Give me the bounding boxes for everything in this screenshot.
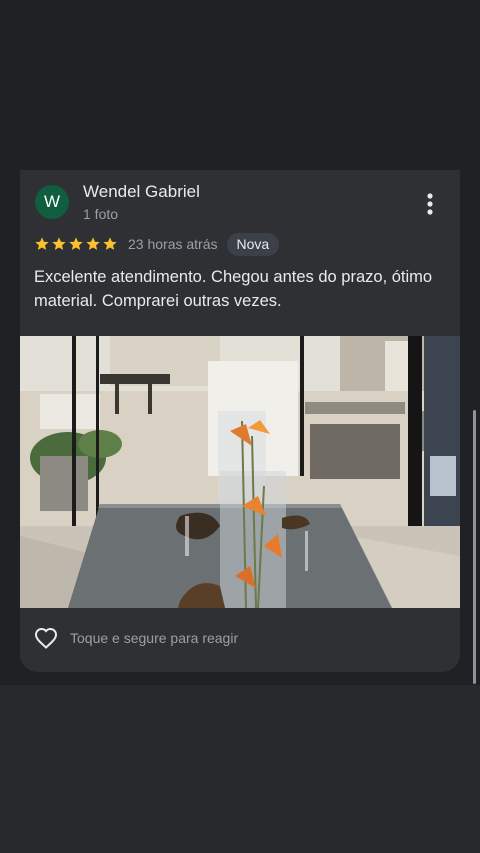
author-photo-count: 1 foto [83,206,119,222]
review-photo-image [20,336,460,608]
star-icon [69,237,83,250]
rating-row: 23 horas atrás Nova [34,232,280,256]
heart-outline-icon [34,627,58,649]
author-avatar[interactable]: W [35,185,69,219]
star-icon [86,237,100,250]
review-text: Excelente atendimento. Chegou antes do p… [34,268,433,310]
top-blank-area [0,0,480,170]
more-vert-icon [427,193,433,215]
review-time: 23 horas atrás [128,236,218,252]
new-badge: Nova [226,232,280,256]
star-icon [35,237,49,250]
screen: W Wendel Gabriel 1 foto 23 horas atrás N… [0,0,480,853]
star-icon [103,237,117,250]
more-options-button[interactable] [416,188,444,220]
author-name[interactable]: Wendel Gabriel [83,182,200,202]
review-photo[interactable] [20,336,460,608]
react-button[interactable]: Toque e segure para reagir [34,626,238,650]
review-card: W Wendel Gabriel 1 foto 23 horas atrás N… [20,170,460,672]
react-hint: Toque e segure para reagir [70,630,239,646]
star-icon [52,237,66,250]
scrollbar[interactable] [473,410,476,684]
star-rating [34,236,118,252]
